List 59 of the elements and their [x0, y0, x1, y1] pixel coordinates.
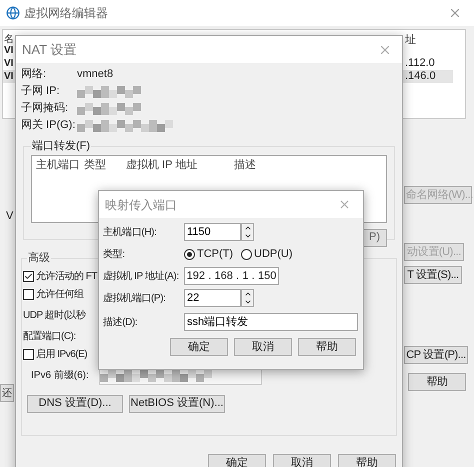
close-icon[interactable] — [448, 6, 462, 20]
column-header[interactable]: 主机端口 — [36, 156, 80, 173]
spinner-buttons[interactable] — [241, 289, 254, 307]
field-label: IPv6 前缀(6): — [31, 369, 90, 383]
table-cell: VI — [4, 44, 14, 57]
dialog-button[interactable]: 确定 — [208, 454, 266, 467]
checkbox[interactable] — [23, 271, 34, 282]
input-field[interactable]: ssh端口转发 — [184, 313, 358, 331]
dialog-button[interactable]: 还 — [0, 384, 14, 402]
input-field[interactable]: 22 — [184, 289, 241, 307]
column-header: 名 — [4, 33, 14, 46]
column-header[interactable]: 类型 — [84, 156, 122, 173]
dialog-title: NAT 设置 — [22, 40, 76, 59]
dialog-button[interactable]: 帮助 — [338, 454, 396, 467]
dialog-button[interactable]: 帮助 — [408, 373, 466, 391]
window-title: 虚拟网络编辑器 — [24, 5, 108, 22]
column-header[interactable]: 描述 — [234, 156, 294, 173]
field-label: 子网掩码: — [21, 101, 70, 116]
field-label: 主机端口(H): — [103, 226, 158, 240]
radio-button[interactable]: TCP(T) — [184, 246, 234, 262]
field-label: 配置端口(C): — [23, 330, 76, 344]
checkbox-label: 允许活动的 FT — [36, 270, 97, 284]
dialog-button[interactable]: 取消 — [273, 454, 331, 467]
field-label: 网关 IP(G): — [21, 118, 76, 134]
input-field[interactable]: 1150 — [184, 223, 241, 241]
dialog-button[interactable]: 确定 — [170, 338, 228, 356]
dialog-button[interactable]: DNS 设置(D)... — [27, 394, 123, 412]
field-label: UDP 超时(以秒 — [23, 308, 86, 322]
dialog-button[interactable]: T 设置(S)... — [404, 266, 462, 284]
field-label: 虚拟机端口(P): — [103, 292, 167, 306]
globe-icon — [6, 6, 20, 20]
dialog-button[interactable]: CP 设置(P)... — [404, 346, 468, 364]
field-label: 网络: — [21, 67, 48, 82]
section-label: V — [6, 209, 14, 224]
ip-address-field[interactable]: 192 . 168 . 1 . 150 — [184, 267, 279, 285]
group-title: 高级 — [27, 250, 51, 266]
checkbox[interactable] — [23, 349, 34, 360]
checkbox-label: 允许任何组 — [36, 288, 84, 302]
group-title: 端口转发(F) — [31, 139, 92, 154]
field-label: 子网 IP: — [21, 84, 61, 100]
dialog-title: 映射传入端口 — [105, 196, 177, 214]
radio-button[interactable]: UDP(U) — [241, 246, 293, 262]
table-cell: .146.0 — [405, 70, 436, 83]
checkbox[interactable] — [23, 289, 34, 300]
table-cell: VI — [4, 70, 14, 83]
checkbox-label: 启用 IPv6(E) — [36, 348, 88, 362]
field-label: 描述(D): — [103, 316, 138, 330]
close-icon[interactable] — [338, 198, 351, 211]
dialog-button[interactable]: 取消 — [234, 338, 292, 356]
spinner-buttons[interactable] — [241, 223, 254, 241]
field-value: vmnet8 — [77, 67, 114, 82]
column-header[interactable]: 虚拟机 IP 地址 — [126, 156, 230, 173]
field-label: 类型: — [103, 248, 126, 262]
table-cell: VI — [4, 57, 14, 70]
dialog-button[interactable]: NetBIOS 设置(N)... — [129, 394, 225, 412]
dialog-button[interactable]: 帮助 — [298, 338, 356, 356]
table-cell: .112.0 — [405, 57, 435, 70]
column-header: 址 — [405, 33, 416, 48]
field-label: 虚拟机 IP 地址(A): — [103, 270, 180, 284]
